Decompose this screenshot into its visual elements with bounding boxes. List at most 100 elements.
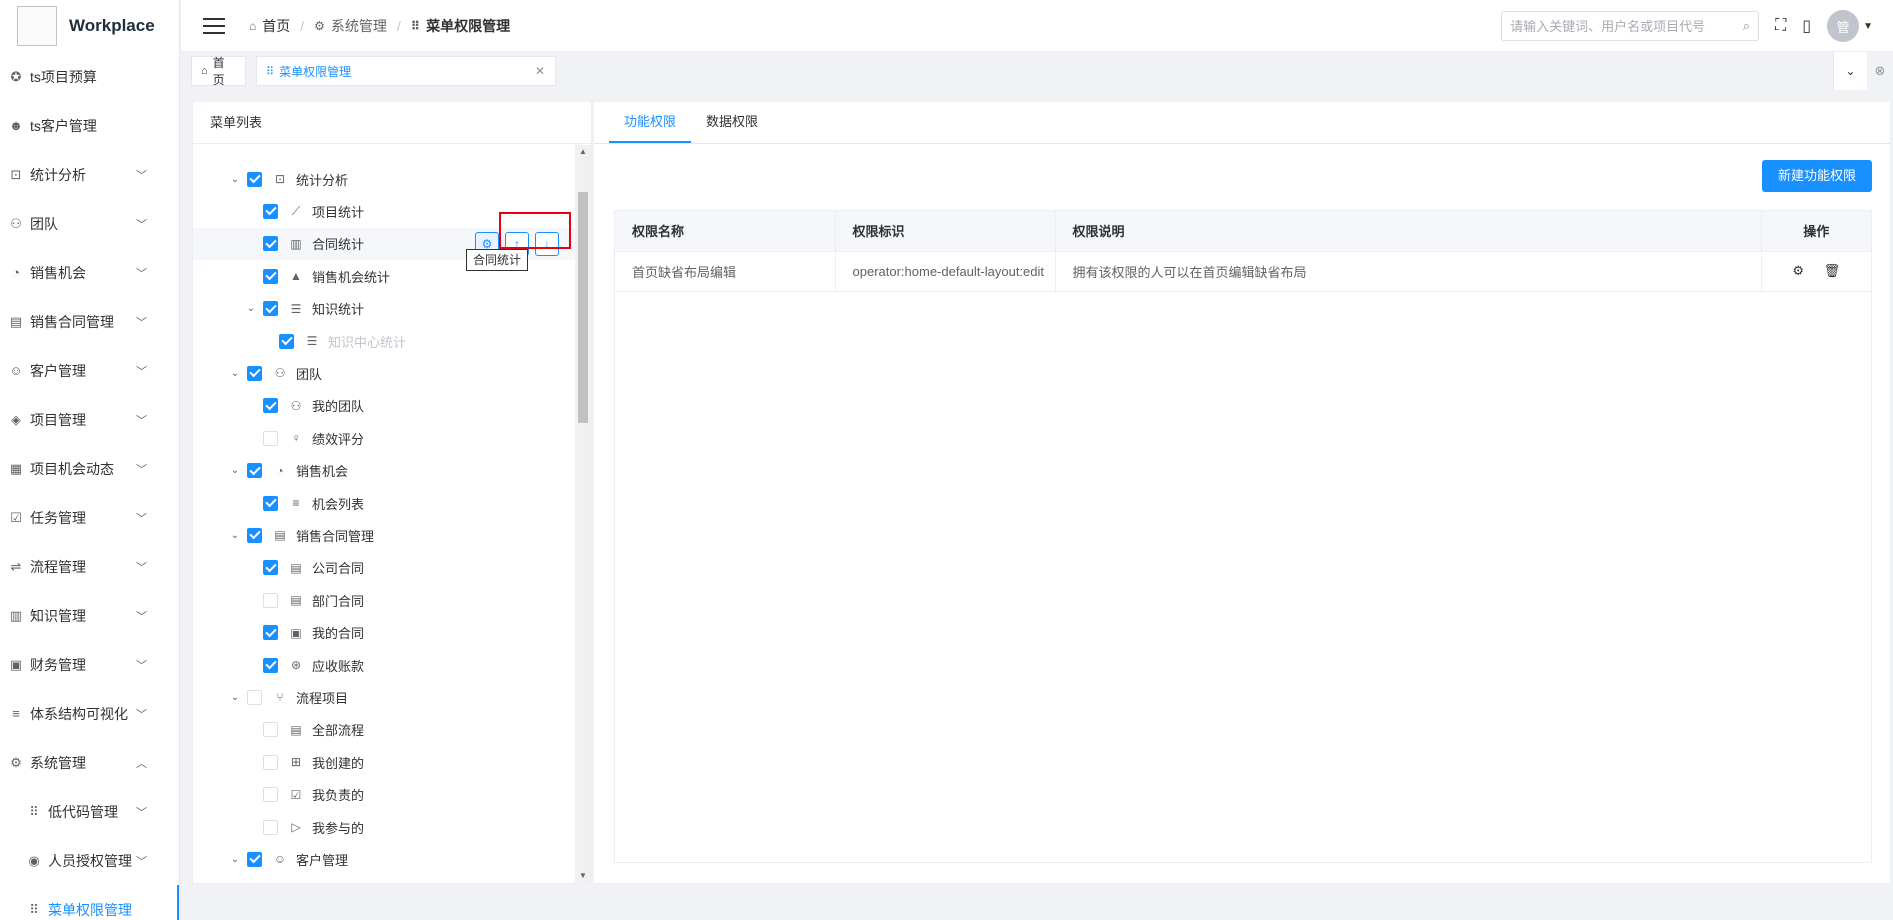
close-all-icon[interactable]: ⊗ (1867, 52, 1893, 90)
tree-checkbox[interactable] (247, 851, 262, 867)
expand-arrow-icon[interactable]: ⌄ (229, 174, 241, 185)
sidebar-item[interactable]: ▣ 财务管理 ﹀ (0, 640, 179, 689)
tree-node[interactable]: ⌄☑我负责的 (193, 779, 575, 811)
tree-checkbox[interactable] (247, 689, 262, 705)
sidebar-item[interactable]: ⇌ 流程管理 ﹀ (0, 542, 179, 591)
tree-checkbox[interactable] (263, 592, 278, 608)
tree-node[interactable]: ⌄▷我参与的 (193, 811, 575, 843)
breadcrumb-system[interactable]: ⚙ 系统管理 (314, 16, 387, 36)
sidebar-item[interactable]: ☻ ts客户管理 (0, 101, 179, 150)
sidebar-item-label: 团队 (30, 215, 58, 232)
expand-arrow-icon[interactable]: ⌄ (245, 303, 257, 314)
sidebar-item[interactable]: ◔ 销售机会 ﹀ (0, 248, 179, 297)
sidebar-item[interactable]: ⠿ 低代码管理 ﹀ (0, 787, 179, 836)
chevron-down-icon[interactable]: ⌄ (1833, 52, 1867, 90)
tree-checkbox[interactable] (247, 171, 262, 187)
tree-checkbox[interactable] (247, 365, 262, 381)
expand-arrow-icon[interactable]: ⌄ (229, 368, 241, 379)
tree-checkbox[interactable] (247, 463, 262, 479)
tree-checkbox[interactable] (263, 657, 278, 673)
scroll-up-icon[interactable]: ▲ (575, 145, 591, 159)
tree-checkbox[interactable] (263, 430, 278, 446)
tree-node[interactable]: ⌄ ☰ 知识统计 (193, 293, 575, 325)
expand-arrow-icon[interactable]: ⌄ (229, 530, 241, 541)
tree-scrollbar[interactable]: ▲ ▼ (575, 145, 591, 883)
tree-checkbox[interactable] (263, 819, 278, 835)
tree-checkbox[interactable] (263, 398, 278, 414)
tree-checkbox[interactable] (263, 268, 278, 284)
sidebar-item[interactable]: ≡ 体系结构可视化 ﹀ (0, 689, 179, 738)
gear-icon[interactable]: ⚙ (1792, 263, 1804, 279)
sidebar-item-label: 菜单权限管理 (48, 901, 132, 918)
logo[interactable]: Workplace (0, 0, 179, 52)
tab-menu-permission[interactable]: ⠿ 菜单权限管理 ✕ (256, 56, 556, 86)
scroll-thumb[interactable] (578, 192, 588, 423)
tree-node[interactable]: ⌄ ▤ 销售合同管理 (193, 519, 575, 551)
scroll-down-icon[interactable]: ▼ (575, 869, 591, 883)
tree-node[interactable]: ⌄⚇我的团队 (193, 390, 575, 422)
new-permission-button[interactable]: 新建功能权限 (1761, 160, 1872, 192)
tree-node[interactable]: ⌄⊞我创建的 (193, 746, 575, 778)
sidebar-item[interactable]: ⠿ 菜单权限管理 (0, 885, 179, 920)
tree-checkbox[interactable] (263, 203, 278, 219)
sidebar-item[interactable]: ☑ 任务管理 ﹀ (0, 493, 179, 542)
tree-node[interactable]: ⌄ ⑂ 流程项目 (193, 681, 575, 713)
list-box-icon: ▤ (290, 722, 302, 737)
brand-title: Workplace (69, 16, 155, 35)
tree-node[interactable]: ⌄ ◔ 销售机会 (193, 455, 575, 487)
sidebar-item[interactable]: ◈ 项目管理 ﹀ (0, 395, 179, 444)
tree-checkbox[interactable] (263, 560, 278, 576)
tree-node[interactable]: ⌄♀绩效评分 (193, 422, 575, 454)
sidebar-item[interactable]: ☺ 客户管理 ﹀ (0, 346, 179, 395)
breadcrumb-home[interactable]: ⌂ 首页 (249, 16, 290, 36)
avatar[interactable]: 管 (1827, 10, 1860, 42)
tree-checkbox[interactable] (247, 527, 262, 543)
tab-function-permission[interactable]: 功能权限 (609, 101, 692, 143)
column-header: 权限说明 (1055, 211, 1762, 252)
tree-node[interactable]: ⌄▦公司客户 (193, 876, 575, 883)
tabs-controls: ⌄ ⊗ (1833, 52, 1893, 90)
gear-icon: ⚙ (10, 754, 22, 770)
tree-checkbox[interactable] (263, 625, 278, 641)
tree-node[interactable]: ⌄▣我的合同 (193, 617, 575, 649)
sidebar-item[interactable]: ✪ ts项目预算 (0, 52, 179, 101)
sidebar-item[interactable]: ◉ 人员授权管理 ﹀ (0, 836, 179, 885)
sidebar-item[interactable]: ▤ 销售合同管理 ﹀ (0, 297, 179, 346)
search-input[interactable] (1510, 18, 1743, 34)
caret-down-icon[interactable]: ▼ (1863, 21, 1873, 32)
tree-checkbox[interactable] (263, 787, 278, 803)
tab-data-permission[interactable]: 数据权限 (691, 101, 773, 143)
close-icon[interactable]: ✕ (535, 64, 545, 78)
hamburger-menu-icon[interactable] (203, 17, 225, 34)
tree-node[interactable]: ⌄☰知识中心统计 (193, 325, 575, 357)
expand-arrow-icon[interactable]: ⌄ (229, 854, 241, 865)
tab-home[interactable]: ⌂ 首页 (191, 56, 246, 87)
expand-arrow-icon[interactable]: ⌄ (229, 465, 241, 476)
tree-node[interactable]: ⌄▤公司合同 (193, 552, 575, 584)
tree-checkbox[interactable] (263, 495, 278, 511)
tree-checkbox[interactable] (263, 754, 278, 770)
sidebar-item[interactable]: ▥ 知识管理 ﹀ (0, 591, 179, 640)
sidebar-item[interactable]: ⚇ 团队 ﹀ (0, 199, 179, 248)
tree-checkbox[interactable] (279, 333, 294, 349)
trash-icon[interactable]: 🗑 (1824, 263, 1841, 279)
tree-node[interactable]: ⌄⊛应收账款 (193, 649, 575, 681)
search-icon[interactable]: ⌕ (1743, 18, 1750, 34)
mobile-icon[interactable]: ▯ (1802, 16, 1811, 36)
tree-node[interactable]: ⌄ ⊡ 统计分析 (193, 163, 575, 195)
tree-checkbox[interactable] (263, 722, 278, 738)
sidebar-item[interactable]: ▦ 项目机会动态 ﹀ (0, 444, 179, 493)
tree-node[interactable]: ⌄▤全部流程 (193, 714, 575, 746)
tree-node[interactable]: ⌄ ☺ 客户管理 (193, 843, 575, 875)
tree-checkbox[interactable] (263, 236, 278, 252)
grid-icon: ⠿ (410, 18, 421, 33)
tree-checkbox[interactable] (263, 301, 278, 317)
expand-arrow-icon[interactable]: ⌄ (229, 692, 241, 703)
sidebar-item-label: 系统管理 (30, 754, 86, 771)
tree-node[interactable]: ⌄ ⚇ 团队 (193, 357, 575, 389)
sidebar-item[interactable]: ⚙ 系统管理 ︿ (0, 738, 179, 787)
tree-node[interactable]: ⌄▤部门合同 (193, 584, 575, 616)
fullscreen-icon[interactable]: ⛶ (1775, 17, 1786, 35)
sidebar-item[interactable]: ⊡ 统计分析 ﹀ (0, 150, 179, 199)
tree-node[interactable]: ⌄≡机会列表 (193, 487, 575, 519)
